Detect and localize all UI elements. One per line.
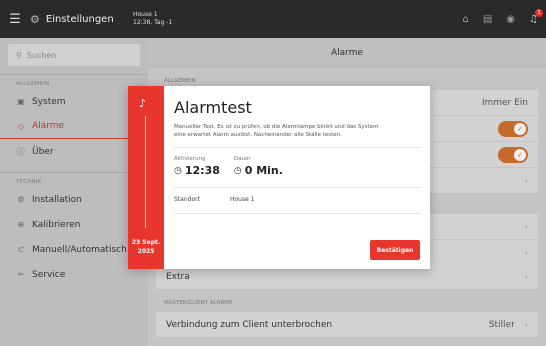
date-day: 23 Sept. (131, 239, 161, 246)
toggle-switch[interactable]: ✓ (498, 120, 528, 137)
sidebar-item-service[interactable]: ✂ Service (0, 262, 148, 287)
alarm-test-dialog: ♪ 23 Sept. 2025 Alarmtest Manueller Test… (128, 86, 430, 269)
house-time: 12:38, Tag -1 (133, 19, 173, 26)
chevron-right-icon: › (524, 320, 528, 329)
app-title: ⚙ Einstellungen (30, 13, 133, 26)
dialog-date: 23 Sept. 2025 (128, 238, 164, 256)
top-bar: ☰ ⚙ Einstellungen House 1 12:38, Tag -1 … (0, 0, 546, 38)
date-year: 2025 (137, 248, 155, 255)
confirm-button[interactable]: Bestätigen (370, 240, 420, 260)
settings-row-client[interactable]: Verbindung zum Client unterbrochen Still… (156, 312, 538, 337)
row-label: Extra (166, 271, 190, 282)
duration-field: Dauer ◷ 0 Min. (234, 156, 283, 177)
location-label: Standort (174, 196, 200, 203)
info-icon: ⓘ (17, 147, 25, 156)
sidebar-item-label: Service (32, 269, 66, 280)
service-icon: ✂ (17, 270, 25, 279)
toggle-switch[interactable]: ✓ (498, 146, 528, 163)
chevron-right-icon: › (524, 222, 528, 231)
search-icon: ⚲ (16, 50, 22, 60)
divider (0, 172, 148, 173)
sidebar-item-system[interactable]: ▣ System (0, 89, 148, 114)
alarm-bell-icon: ♪ (139, 97, 147, 110)
sidebar-item-uber[interactable]: ⓘ Über (0, 139, 148, 164)
sidebar-item-kalibrieren[interactable]: ⊕ Kalibrieren (0, 212, 148, 237)
duration-value: 0 Min. (244, 164, 283, 177)
row-value: Stiller (488, 319, 515, 330)
sidebar-item-manuell-automatisch[interactable]: ⊂ Manuell/Automatisch (0, 237, 148, 262)
sidebar-item-alarme[interactable]: ◇ Alarme (0, 114, 148, 139)
page-title: Alarme (148, 38, 546, 68)
clock-icon: ◷ (174, 165, 182, 176)
search-input[interactable]: ⚲ Suchen (8, 44, 140, 66)
dialog-description: Manueller Test. Es ist zu prüfen, ob die… (174, 124, 379, 138)
alarm-icon: ◇ (17, 121, 25, 131)
system-icon: ▣ (17, 97, 25, 106)
check-icon: ✓ (514, 148, 526, 161)
dialog-body: Alarmtest Manueller Test. Es ist zu prüf… (164, 86, 430, 269)
timeline-line (145, 116, 146, 228)
hamburger-menu-icon[interactable]: ☰ (0, 0, 30, 38)
dialog-title: Alarmtest (174, 98, 252, 117)
sidebar-item-label: Manuell/Automatisch (32, 244, 127, 255)
check-icon: ✓ (514, 122, 526, 135)
activation-label: Aktivierung (174, 156, 206, 162)
manual-auto-icon: ⊂ (17, 245, 25, 254)
divider (174, 147, 420, 148)
house-info[interactable]: House 1 12:38, Tag -1 (133, 11, 172, 27)
section-label-master-client: MASTER/CLIENT ALARME (164, 300, 233, 306)
signal-icon[interactable]: ◉ (506, 14, 515, 25)
location-field: Standort House 1 (174, 196, 420, 203)
location-value: House 1 (229, 196, 255, 203)
calibrate-icon: ⊕ (17, 220, 25, 229)
sidebar-item-label: System (32, 96, 66, 107)
sidebar: ⚲ Suchen ALLGEMEIN ▣ System ◇ Alarme ⓘ Ü… (0, 38, 148, 346)
duration-label: Dauer (233, 156, 251, 162)
divider (0, 74, 148, 75)
sidebar-item-label: Installation (32, 194, 82, 205)
divider (174, 187, 420, 188)
sidebar-item-label: Alarme (32, 121, 65, 131)
sidebar-item-installation[interactable]: ⚙ Installation (0, 187, 148, 212)
divider (174, 213, 420, 214)
section-label-general: ALLGEMEIN (164, 78, 196, 84)
chevron-right-icon: › (524, 248, 528, 257)
sidebar-item-label: Kalibrieren (32, 219, 81, 230)
row-label: Verbindung zum Client unterbrochen (166, 319, 333, 330)
home-icon[interactable]: ⌂ (462, 14, 468, 25)
row-value: Immer Ein (481, 97, 528, 108)
installation-icon: ⚙ (17, 195, 25, 204)
chevron-right-icon: › (524, 272, 528, 281)
dialog-accent-bar: ♪ 23 Sept. 2025 (128, 86, 164, 269)
app-title-label: Einstellungen (45, 13, 114, 25)
house-name: House 1 (133, 11, 158, 18)
bell-icon[interactable]: ♫ 1 (529, 8, 543, 25)
gear-icon: ⚙ (30, 12, 40, 26)
activation-value: 12:38 (184, 164, 220, 177)
chevron-right-icon: › (524, 176, 528, 185)
notification-badge: 1 (535, 8, 543, 17)
search-placeholder: Suchen (26, 50, 57, 60)
activation-field: Aktivierung ◷ 12:38 (174, 156, 220, 177)
document-icon[interactable]: ▤ (483, 14, 492, 25)
sidebar-item-label: Über (32, 146, 54, 157)
clock-icon: ◷ (233, 165, 242, 176)
